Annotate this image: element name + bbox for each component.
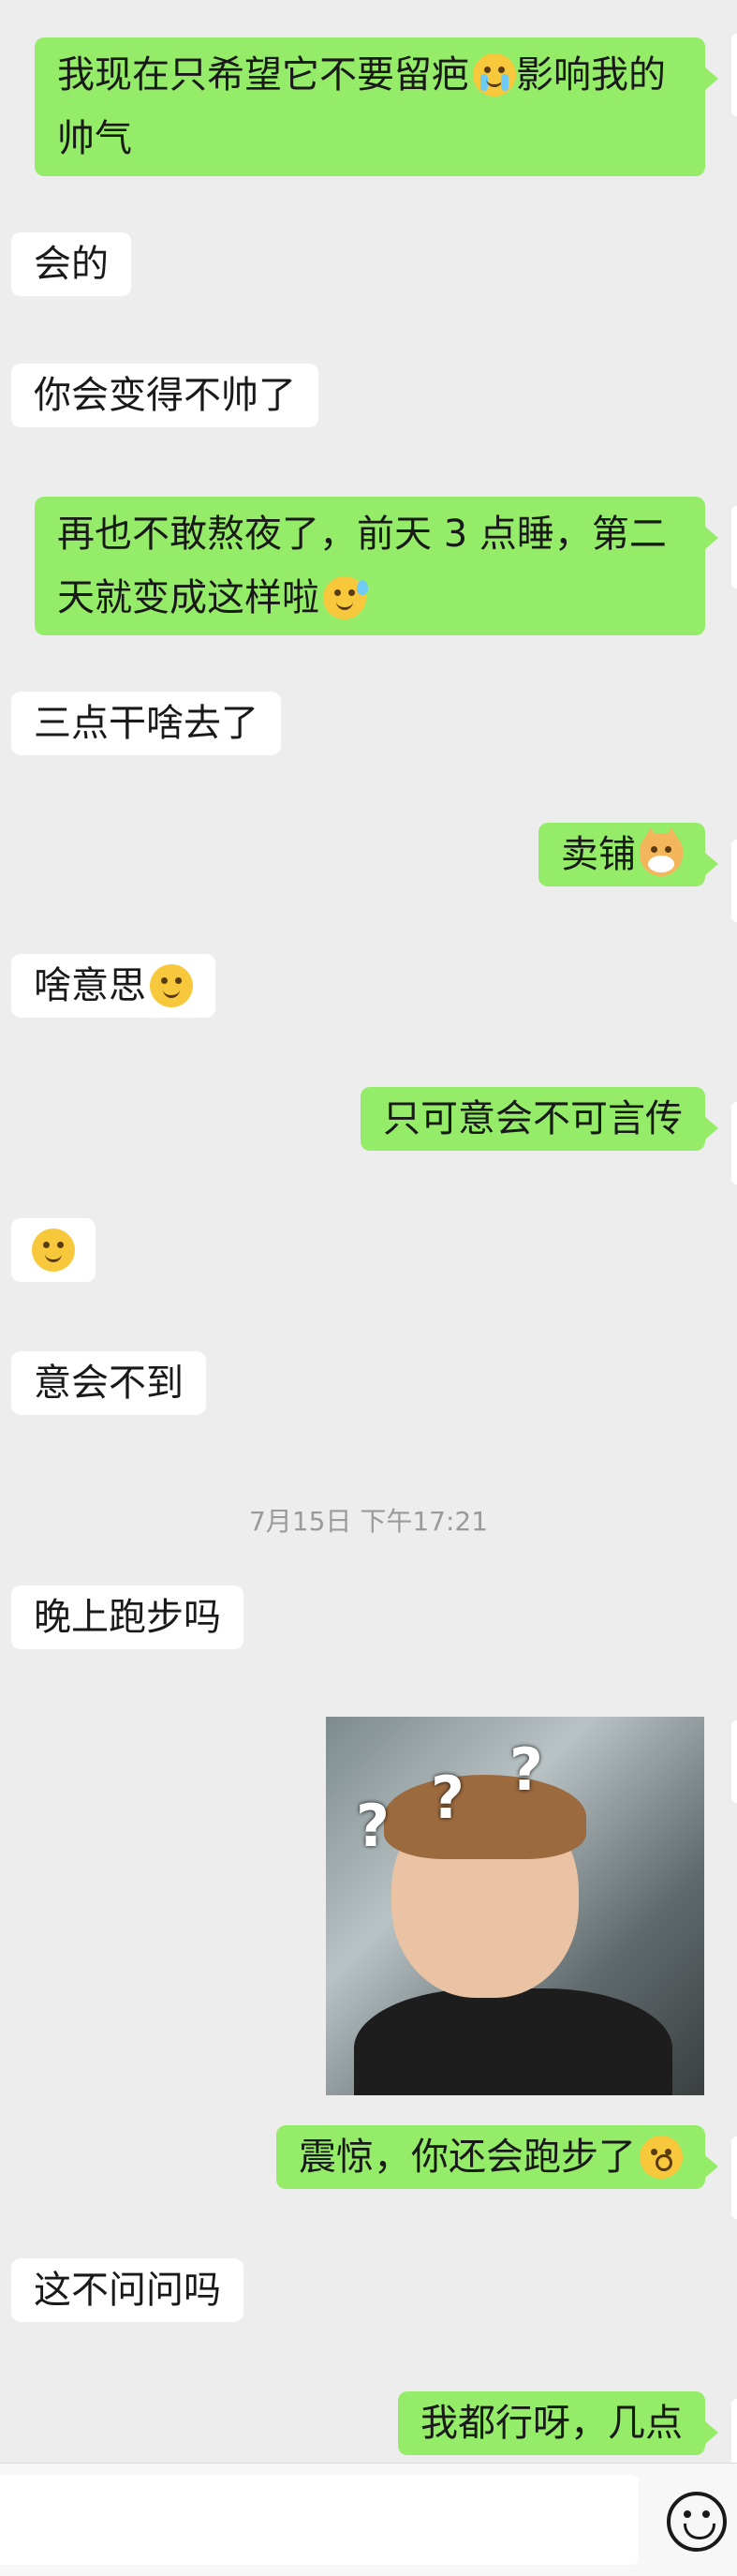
message-text: 啥意思 (34, 964, 146, 1007)
sticker-shirt (354, 1988, 672, 2095)
avatar-peek (731, 1102, 737, 1184)
confused-kid-sticker[interactable]: ? ? ? (326, 1717, 704, 2095)
message-text: 三点干啥去了 (34, 702, 258, 745)
message-bubble-sent[interactable]: 震惊，你还会跑步了 (276, 2125, 718, 2189)
message-input[interactable] (0, 2475, 639, 2565)
crying-emoji (473, 53, 516, 97)
message-bubble-received[interactable]: 会的 (11, 232, 131, 296)
avatar-peek (731, 506, 737, 588)
message-bubble-sent[interactable]: 我现在只希望它不要留疤 影响我的帅气 (35, 37, 718, 176)
message-bubble-received[interactable]: 你会变得不帅了 (11, 364, 318, 427)
message-bubble-received[interactable]: 意会不到 (11, 1351, 206, 1415)
message-text: 震惊，你还会跑步了 (299, 2136, 636, 2179)
message-text: 会的 (34, 243, 109, 286)
sticker-question-mark: ? (356, 1792, 390, 1860)
message-bubble-sent[interactable]: 再也不敢熬夜了，前天 3 点睡，第二天就变成这样啦 (35, 497, 718, 635)
message-bubble-received[interactable] (11, 1218, 96, 1282)
message-bubble-received[interactable]: 三点干啥去了 (11, 692, 281, 755)
message-text: 这不问问吗 (34, 2269, 221, 2312)
message-text: 只可意会不可言传 (383, 1097, 683, 1140)
facepalm-emoji (150, 964, 193, 1007)
chat-timestamp: 7月15日 下午17:21 (248, 1506, 489, 1537)
avatar-peek (731, 840, 737, 922)
smiley-icon[interactable] (667, 2492, 727, 2552)
message-bubble-sent[interactable]: 卖铺 (538, 823, 718, 886)
doge-emoji (640, 827, 683, 876)
message-bubble-received[interactable]: 这不问问吗 (11, 2258, 243, 2322)
sticker-hair (384, 1775, 586, 1859)
input-bar (0, 2463, 737, 2576)
avatar-peek (731, 34, 737, 116)
message-bubble-sent[interactable]: 我都行呀，几点 (398, 2391, 718, 2455)
message-text: 你会变得不帅了 (34, 374, 296, 417)
message-text: 我现在只希望它不要留疤 (57, 53, 469, 97)
avatar-peek (731, 2137, 737, 2219)
shocked-emoji (640, 2136, 683, 2179)
sweat-emoji (323, 576, 368, 619)
message-bubble-received[interactable]: 啥意思 (11, 954, 215, 1018)
sticker-question-mark: ? (431, 1764, 464, 1832)
message-text: 卖铺 (561, 833, 636, 876)
message-bubble-sent[interactable]: 只可意会不可言传 (361, 1087, 718, 1151)
message-text: 意会不到 (34, 1362, 184, 1405)
message-text: 我都行呀，几点 (420, 2402, 683, 2445)
sticker-question-mark: ? (509, 1735, 543, 1804)
message-text: 晚上跑步吗 (34, 1596, 221, 1639)
facepalm-emoji (32, 1228, 75, 1272)
message-bubble-received[interactable]: 晚上跑步吗 (11, 1586, 243, 1649)
avatar-peek (731, 1720, 737, 1803)
